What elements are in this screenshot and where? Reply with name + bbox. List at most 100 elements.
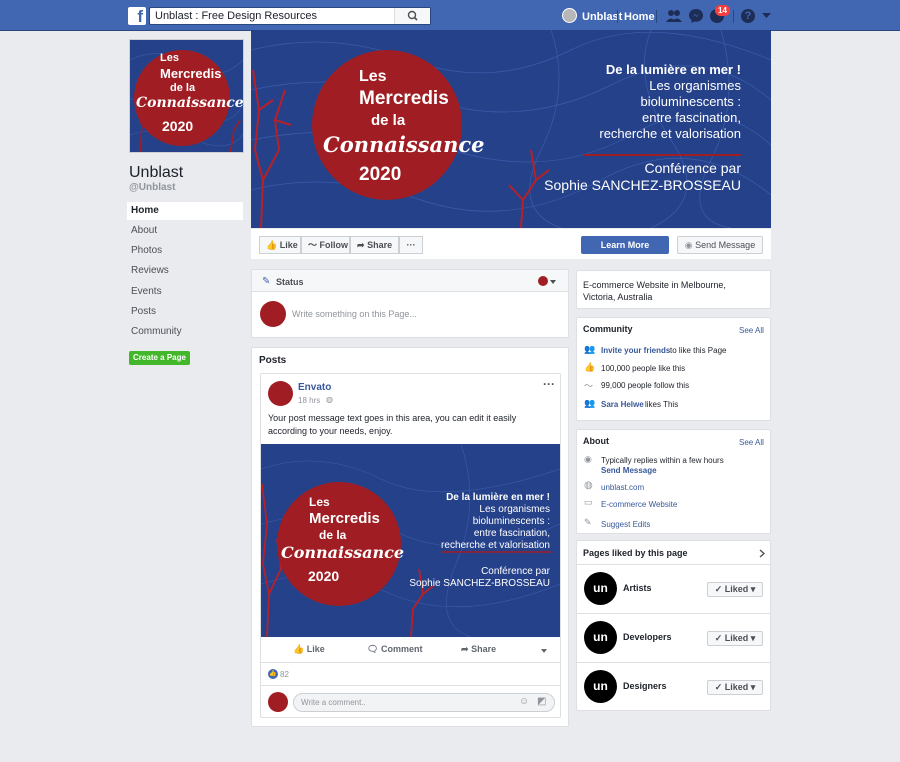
search-button[interactable] xyxy=(394,8,430,24)
profile-pic-les: Les xyxy=(160,52,179,64)
suggest-edits-link[interactable]: Suggest Edits xyxy=(601,520,650,529)
community-see-all-link[interactable]: See All xyxy=(739,326,764,335)
comment-input[interactable]: Write a comment.. xyxy=(301,698,366,707)
page-logo-artists[interactable]: un xyxy=(584,572,617,605)
post-image-dela: de la xyxy=(319,528,347,542)
like-reaction-icon[interactable]: 👍 xyxy=(268,669,278,679)
cover-les-text: Les xyxy=(359,68,387,85)
page-handle[interactable]: @Unblast xyxy=(129,182,175,193)
composer-avatar xyxy=(260,301,286,327)
category-link[interactable]: E-commerce Website xyxy=(601,500,677,509)
liked-page-name-artists[interactable]: Artists xyxy=(623,583,652,593)
top-navigation-bar: f Unblast : Free Design Resources Unblas… xyxy=(0,0,900,31)
cover-connaissance-text: Connaissance xyxy=(323,132,485,157)
posts-section-title: Posts xyxy=(259,355,287,366)
post-share-button[interactable]: ➦ Share xyxy=(461,644,496,655)
friend-name-link[interactable]: Sara Helwe xyxy=(601,400,644,409)
cover-dela-text: de la xyxy=(371,112,406,129)
post-author-name[interactable]: Envato xyxy=(298,382,331,393)
invite-friends-link[interactable]: Invite your friends xyxy=(601,346,670,355)
post-like-label: Like xyxy=(306,644,325,654)
status-tab[interactable]: Status xyxy=(276,277,304,287)
comment-avatar xyxy=(268,692,288,712)
learn-more-button[interactable]: Learn More xyxy=(581,236,669,254)
sidebar-item-about[interactable]: About xyxy=(127,222,243,240)
page-more-options-button[interactable]: ··· xyxy=(399,236,423,254)
sidebar-item-posts[interactable]: Posts xyxy=(127,303,243,321)
account-menu-chevron-down-icon[interactable] xyxy=(762,13,771,19)
page-share-button[interactable]: ➦ Share xyxy=(350,236,399,254)
friend-requests-icon[interactable] xyxy=(665,8,683,24)
sidebar-item-reviews[interactable]: Reviews xyxy=(127,262,243,280)
post-image[interactable]: Les Mercredis de la Connaissance 2020 De… xyxy=(261,444,560,637)
page-title[interactable]: Unblast xyxy=(129,164,183,182)
liked-page-name-designers[interactable]: Designers xyxy=(623,681,667,691)
sidebar-item-events[interactable]: Events xyxy=(127,283,243,301)
liked-button-designers[interactable]: ✓ Liked ▾ xyxy=(707,680,763,695)
liked-page-name-developers[interactable]: Developers xyxy=(623,632,672,642)
composer-page-avatar[interactable] xyxy=(538,276,548,286)
sidebar-item-photos[interactable]: Photos xyxy=(127,242,243,260)
topbar-divider xyxy=(733,10,734,23)
pages-liked-card: Pages liked by this page un Artists ✓ Li… xyxy=(576,540,771,711)
page-logo-developers[interactable]: un xyxy=(584,621,617,654)
search-icon xyxy=(407,10,418,21)
post-image-conference: Conférence par xyxy=(481,566,550,577)
sticker-icon[interactable]: ◩ xyxy=(537,696,546,707)
cover-text-block: De la lumière en mer ! Les organismes bi… xyxy=(501,62,741,194)
search-input[interactable]: Unblast : Free Design Resources xyxy=(155,10,317,22)
post-image-headline: De la lumière en mer ! xyxy=(446,492,550,503)
cover-line4: recherche et valorisation xyxy=(599,126,741,141)
pencil-icon: ✎ xyxy=(262,276,271,287)
post-like-button[interactable]: 👍 Like xyxy=(293,644,325,655)
comment-input-box[interactable]: Write a comment.. ☺ ◩ xyxy=(293,693,555,712)
cover-line3: entre fascination, xyxy=(641,110,741,125)
website-link[interactable]: unblast.com xyxy=(601,483,644,492)
post-image-les: Les xyxy=(309,495,330,509)
post-image-text-block: De la lumière en mer ! Les organismes bi… xyxy=(360,492,550,590)
posts-section: Posts Envato 18 hrs ◍ ··· Your post mess… xyxy=(251,347,569,727)
post-timestamp[interactable]: 18 hrs xyxy=(298,396,320,405)
emoji-icon[interactable]: ☺ xyxy=(519,696,529,707)
composer-input[interactable]: Write something on this Page... xyxy=(292,309,417,319)
response-time-text: Typically replies within a few hours xyxy=(601,456,724,465)
page-follow-button[interactable]: 〜 Follow xyxy=(301,236,350,254)
page-like-button[interactable]: 👍 Like xyxy=(259,236,301,254)
profile-pic-dela: de la xyxy=(170,82,196,94)
sidebar-item-home[interactable]: Home xyxy=(127,202,243,220)
sidebar-item-community[interactable]: Community xyxy=(127,323,243,341)
liked-button-artists[interactable]: ✓ Liked ▾ xyxy=(707,582,763,597)
liked-label: Liked xyxy=(724,682,749,692)
post-image-line2: bioluminescents : xyxy=(472,516,550,527)
messenger-icon[interactable] xyxy=(688,8,704,24)
profile-pic-year: 2020 xyxy=(162,118,194,134)
page-profile-picture[interactable]: Les Mercredis de la Connaissance 2020 xyxy=(129,39,244,153)
help-icon[interactable]: ? xyxy=(741,9,755,23)
liked-button-developers[interactable]: ✓ Liked ▾ xyxy=(707,631,763,646)
page-logo-designers[interactable]: un xyxy=(584,670,617,703)
user-avatar[interactable] xyxy=(562,8,577,23)
post-comment-button[interactable]: 🗨 Comment xyxy=(367,644,422,655)
send-message-button[interactable]: ◉ Send Message xyxy=(677,236,763,254)
pages-divider xyxy=(577,613,770,614)
reaction-count[interactable]: 82 xyxy=(280,670,289,679)
home-link[interactable]: Home xyxy=(624,11,655,23)
topbar-divider xyxy=(656,10,657,23)
create-page-button[interactable]: Create a Page xyxy=(129,351,190,365)
post-image-spacer xyxy=(360,552,550,566)
facebook-logo-icon[interactable]: f xyxy=(128,7,146,25)
search-bar[interactable]: Unblast : Free Design Resources xyxy=(149,7,431,25)
profile-pic-connaissance: Connaissance xyxy=(136,95,244,111)
post-options-icon[interactable]: ··· xyxy=(543,377,555,391)
post-author-avatar[interactable] xyxy=(268,381,293,406)
cover-spacer xyxy=(501,142,741,160)
about-card: About See All ◉ Typically replies within… xyxy=(576,429,771,534)
cover-mercredis-text: Mercredis xyxy=(359,88,449,109)
cover-photo[interactable]: Les Mercredis de la Connaissance 2020 De… xyxy=(251,30,771,228)
chevron-right-icon[interactable] xyxy=(759,549,765,558)
about-send-message-link[interactable]: Send Message xyxy=(601,466,657,475)
about-see-all-link[interactable]: See All xyxy=(739,438,764,447)
globe-icon: ◍ xyxy=(326,395,333,404)
share-options-chevron-down-icon[interactable] xyxy=(541,649,547,653)
chevron-down-icon[interactable] xyxy=(550,280,556,284)
